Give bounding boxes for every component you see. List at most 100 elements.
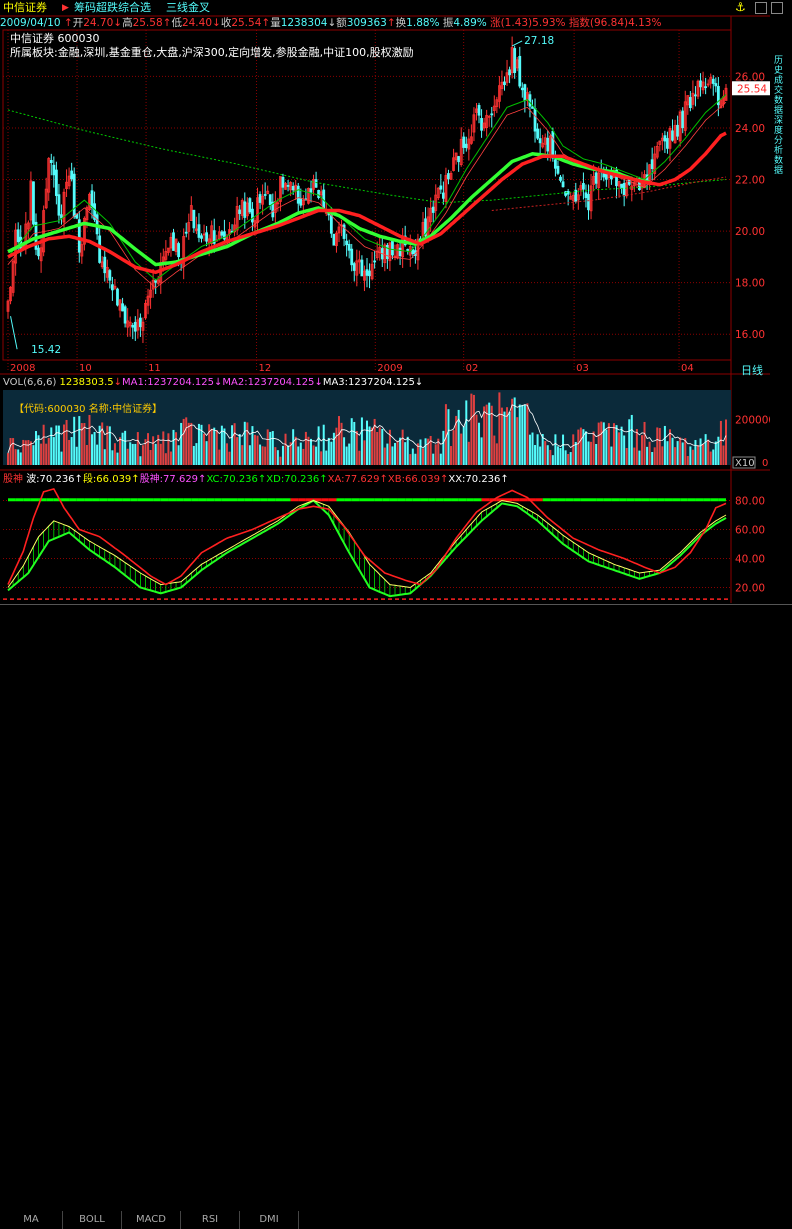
price-tick: 24.00 bbox=[735, 123, 765, 135]
volume-bar bbox=[472, 394, 475, 465]
volume-bar bbox=[424, 438, 427, 465]
tab-boll[interactable]: BOLL bbox=[63, 1211, 122, 1229]
volume-bar bbox=[401, 429, 404, 465]
candle-body bbox=[546, 137, 550, 152]
volume-bar bbox=[666, 441, 669, 465]
volume-bar bbox=[559, 448, 562, 465]
volume-bar bbox=[337, 416, 340, 465]
volume-bar bbox=[85, 444, 88, 465]
volume-bar bbox=[177, 445, 180, 465]
volume-bar bbox=[419, 439, 422, 465]
volume-bar bbox=[607, 423, 610, 465]
volume-bar bbox=[363, 440, 366, 465]
candle-body bbox=[536, 128, 539, 139]
candle-body bbox=[110, 284, 114, 291]
candle-body bbox=[671, 130, 674, 141]
volume-bar bbox=[233, 423, 236, 465]
ma-fast bbox=[7, 94, 727, 281]
minimize-icon[interactable] bbox=[755, 2, 767, 14]
anchor-icon[interactable]: ⚓ bbox=[735, 1, 747, 13]
indicator-panel[interactable] bbox=[3, 487, 731, 600]
right-side-tabs[interactable]: 历史成交数据深度分析数据 bbox=[770, 16, 792, 601]
candle-body bbox=[528, 94, 532, 107]
tab-dmi[interactable]: DMI bbox=[240, 1211, 299, 1229]
indicator-tab-bar: MA BOLL MACD RSI DMI bbox=[0, 604, 792, 1229]
volume-bar bbox=[422, 448, 425, 465]
candle-body bbox=[329, 215, 333, 234]
candle-body bbox=[299, 198, 303, 206]
high-value: 25.58 bbox=[132, 17, 163, 29]
volume-bar bbox=[172, 429, 175, 465]
volume-bar bbox=[704, 434, 707, 465]
volume-bar bbox=[205, 441, 208, 465]
candle-body bbox=[508, 69, 511, 76]
indicator-tick: 80.00 bbox=[735, 496, 765, 508]
volume-bar bbox=[709, 451, 712, 465]
volume-bar bbox=[55, 425, 58, 465]
volume-bar bbox=[345, 446, 348, 465]
candle-body bbox=[60, 214, 63, 219]
candle-body bbox=[238, 209, 242, 214]
volume-bar bbox=[14, 449, 17, 465]
volume-zero-label: 0 bbox=[762, 458, 768, 469]
side-tabs-text[interactable]: 历史成交数据深度分析数据 bbox=[774, 56, 788, 176]
tab-macd[interactable]: MACD bbox=[122, 1211, 181, 1229]
close-icon[interactable] bbox=[771, 2, 783, 14]
volume-bar bbox=[147, 433, 150, 465]
volume-bar bbox=[658, 428, 661, 465]
candle-body bbox=[281, 176, 285, 188]
stock-name[interactable]: 中信证券 bbox=[3, 0, 47, 16]
low-marker-label: 15.42 bbox=[31, 344, 61, 356]
volume-bar bbox=[287, 445, 290, 465]
volume-bar bbox=[154, 443, 157, 465]
sector-line: 所属板块:金融,深圳,基金重仓,大盘,沪深300,定向增发,参股金融,中证100… bbox=[10, 46, 414, 59]
candle-body bbox=[584, 192, 588, 199]
volume-bar bbox=[511, 398, 514, 465]
candle-body bbox=[531, 106, 534, 109]
candle-body bbox=[620, 183, 624, 189]
volume-bar bbox=[577, 429, 580, 465]
period-label[interactable]: 日线 bbox=[741, 362, 763, 378]
volume-bar bbox=[159, 443, 162, 465]
candle-body bbox=[70, 170, 74, 180]
tab-rsi[interactable]: RSI bbox=[181, 1211, 240, 1229]
volume-bar bbox=[564, 450, 567, 465]
volume-bar bbox=[480, 437, 483, 465]
tab-selection-1[interactable]: 筹码超跌综合选 bbox=[74, 0, 151, 16]
candle-body bbox=[676, 124, 680, 137]
volume-bar bbox=[500, 407, 503, 465]
candle-body bbox=[258, 194, 262, 203]
volume-bar bbox=[702, 444, 705, 465]
volume-bar bbox=[623, 435, 626, 465]
volume-bar bbox=[503, 411, 506, 465]
volume-bar bbox=[253, 434, 256, 465]
price-panel[interactable]: 27.18 15.42 bbox=[6, 35, 728, 356]
volume-bar bbox=[17, 449, 20, 465]
amt-label: 额 bbox=[336, 17, 347, 29]
volume-bar bbox=[304, 431, 307, 465]
candle-body bbox=[477, 105, 481, 116]
volume-bar bbox=[45, 443, 48, 465]
amp-label: 振 bbox=[442, 17, 454, 29]
grid-lines bbox=[0, 15, 770, 603]
candle-body bbox=[197, 224, 201, 238]
volume-bar bbox=[450, 446, 453, 465]
tab-selection-2[interactable]: 三线金叉 bbox=[166, 0, 210, 16]
volume-bar bbox=[663, 425, 666, 465]
tab-ma[interactable]: MA bbox=[0, 1211, 63, 1229]
arrow-right-icon[interactable]: ▶ bbox=[62, 0, 69, 16]
volume-bar bbox=[694, 440, 697, 465]
candle-body bbox=[391, 240, 394, 256]
volume-bar bbox=[256, 435, 259, 465]
volume-bar bbox=[661, 446, 664, 465]
candle-body bbox=[559, 176, 562, 181]
vol-ma3: MA3:1237204.125 bbox=[322, 377, 415, 388]
volume-bar bbox=[712, 449, 715, 465]
volume-bar bbox=[113, 443, 116, 465]
candle-body bbox=[309, 188, 313, 193]
volume-bar bbox=[394, 442, 397, 465]
volume-bar bbox=[587, 441, 590, 465]
volume-bar bbox=[37, 435, 40, 465]
candle-body bbox=[513, 48, 517, 73]
candle-body bbox=[566, 191, 570, 195]
